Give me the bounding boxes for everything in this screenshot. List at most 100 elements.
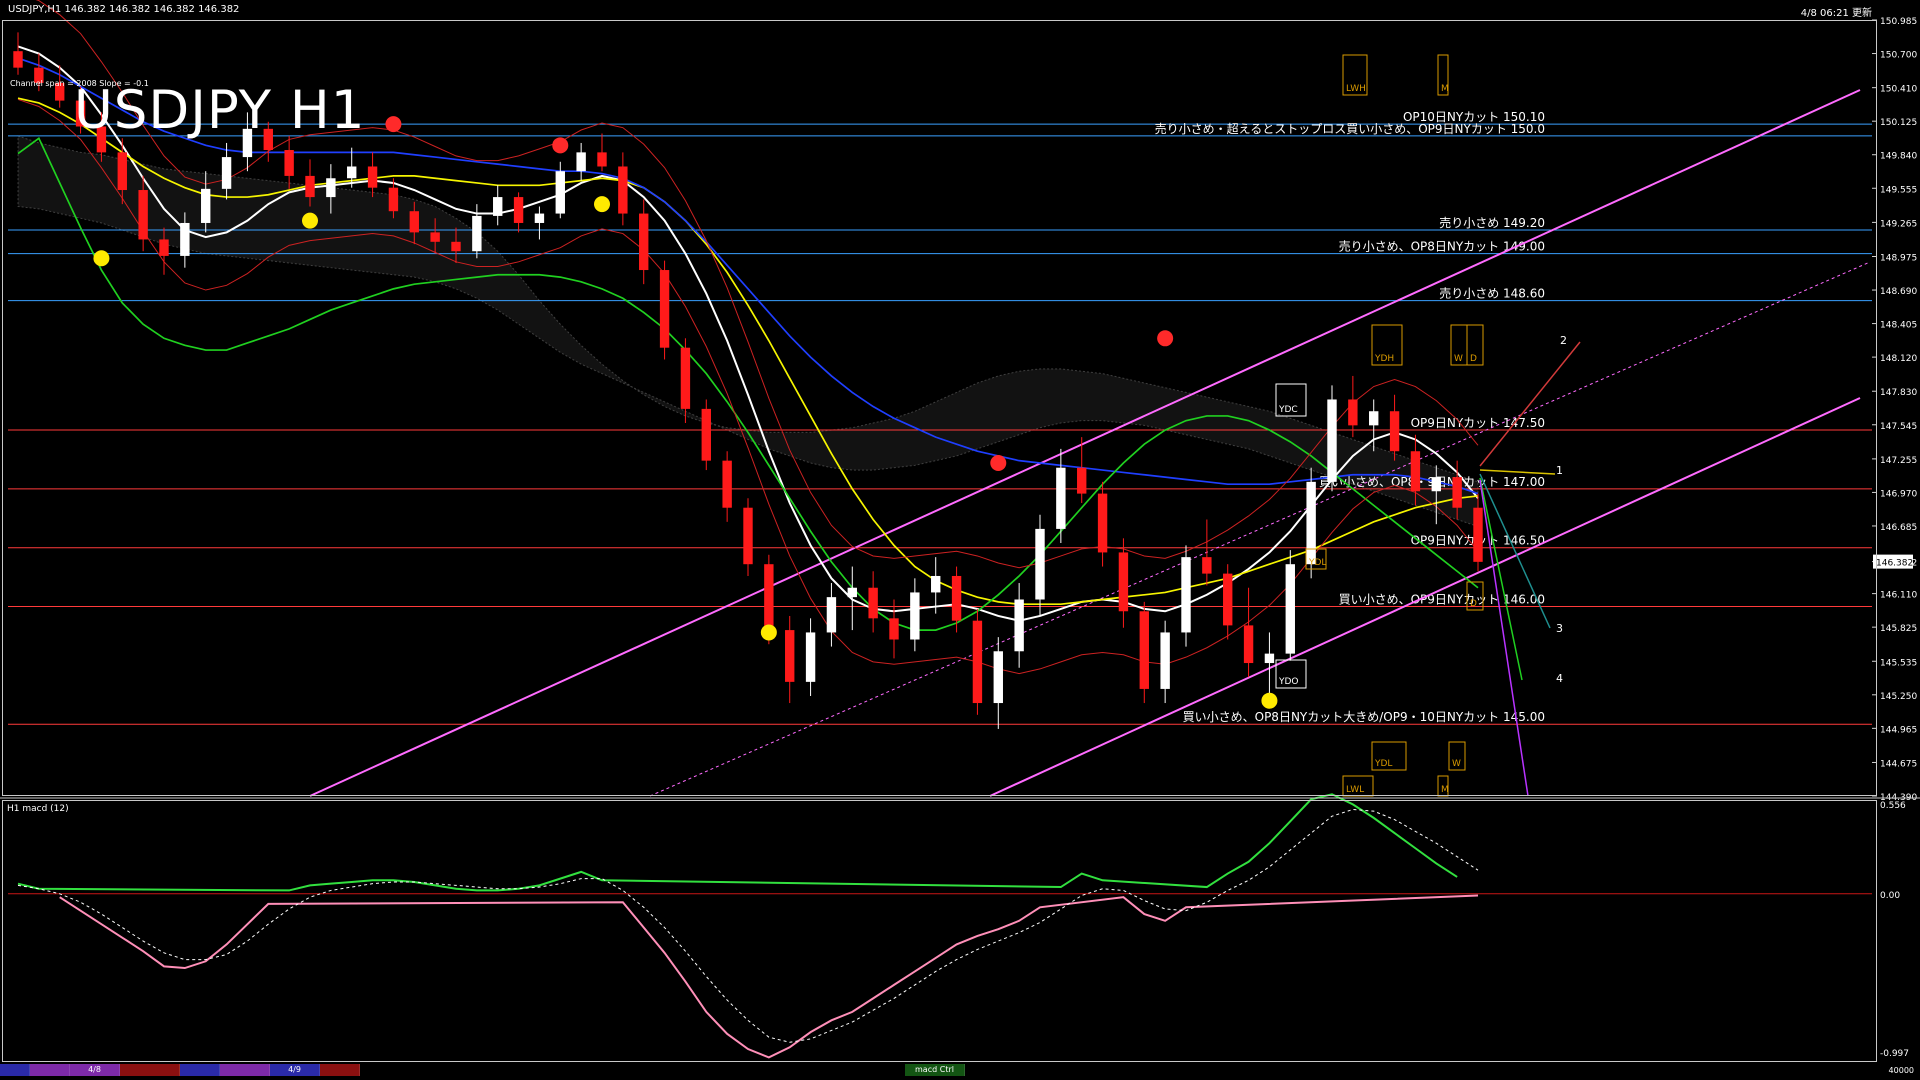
status-chip (120, 1064, 180, 1076)
candle-body (701, 408, 711, 461)
price-tick-label: 146.685 (1880, 523, 1917, 533)
signal-marker (990, 455, 1007, 472)
box-label: W (1452, 759, 1461, 769)
candle-body (388, 187, 399, 212)
candle-body (972, 620, 983, 704)
status-chip: macd Ctrl (905, 1064, 965, 1076)
box-label: LWH (1346, 84, 1366, 94)
price-tick-label: 145.535 (1880, 658, 1917, 668)
price-tick-label: 146.110 (1880, 591, 1917, 601)
candle-body (493, 197, 503, 216)
candle-body (743, 507, 753, 565)
price-tick-label: 150.410 (1880, 85, 1917, 95)
signal-marker (594, 196, 610, 213)
candle-body (805, 632, 816, 682)
price-tick-label: 146.970 (1880, 489, 1917, 499)
upper-channel-line (309, 89, 1861, 797)
chart-svg: 150.985 150.700 150.410 150.125 149.840 149.5… (0, 0, 1920, 1059)
price-tick-label: 150.125 (1880, 118, 1917, 128)
candle-body (1264, 653, 1275, 664)
box-label: YDO (1278, 677, 1299, 687)
chart-datetime: 4/8 06:21 更新 (1800, 8, 1872, 19)
candle-body (597, 152, 607, 167)
box-label: YDH (1374, 354, 1394, 364)
candle-body (284, 150, 294, 176)
macd-label: H1 macd (12) (7, 804, 69, 814)
macd-signal-line (17, 808, 1479, 1043)
cloud-area (17, 135, 1479, 528)
projection-line (1479, 341, 1581, 467)
horizontal-level-label: 売り小さめ 148.60 (1439, 286, 1545, 301)
chart-title: USDJPY H1 (74, 80, 366, 141)
price-tick-label: 147.255 (1880, 456, 1917, 466)
signal-marker (552, 137, 569, 154)
price-tick-label: 145.250 (1880, 692, 1917, 702)
bottom-status-bar: 4/8 4/9 macd Ctrl (0, 1064, 1920, 1080)
status-chip (30, 1064, 70, 1076)
box-label: LWL (1346, 785, 1364, 795)
candle-body (1431, 477, 1441, 492)
candle-body (326, 178, 336, 198)
signal-marker (385, 116, 402, 133)
horizontal-level-label: 買い小さめ、OP8日NYカット大きめ/OP9・10日NYカット 145.00 (1183, 710, 1545, 724)
macd-line-positive (17, 793, 1458, 892)
candle-body (1160, 632, 1170, 689)
candle-body (1348, 399, 1358, 426)
box-label: YDL (1374, 759, 1392, 769)
signal-marker (1157, 330, 1174, 347)
candle-body (1306, 481, 1316, 565)
side-label: 2 (1560, 334, 1567, 347)
price-tick-label: 148.120 (1880, 354, 1917, 364)
candle-body (680, 347, 691, 409)
price-tick-label: 149.555 (1880, 185, 1917, 195)
candle-body (1452, 477, 1462, 508)
price-tick-label: 150.700 (1880, 51, 1917, 61)
candle-body (910, 592, 920, 640)
bottom-date-label: 4/9 (288, 1065, 301, 1074)
candle-body (430, 232, 440, 242)
candle-body (347, 166, 357, 179)
candle-body (555, 171, 565, 214)
price-tick-label: 148.690 (1880, 287, 1917, 297)
horizontal-level-label: 売り小さめ 149.20 (1439, 215, 1545, 230)
candle-body (1056, 467, 1066, 529)
candle-body (1035, 528, 1045, 600)
price-tick-label: 147.545 (1880, 422, 1917, 432)
horizontal-level-label: 買い小さめ、OP9日NYカット 146.00 (1339, 593, 1545, 607)
side-label: 4 (1556, 672, 1563, 685)
chart-info: USDJPY,H1 146.382 146.382 146.382 146.38… (8, 4, 240, 15)
status-chip (320, 1064, 360, 1076)
candle-body (931, 575, 941, 593)
status-chip (0, 1064, 30, 1076)
candle-body (868, 587, 878, 619)
candle-body (1202, 557, 1212, 574)
signal-marker (93, 250, 110, 267)
candle-body (1285, 564, 1295, 654)
candle-body (826, 597, 837, 633)
horizontal-level-label: 売り小さめ・超えるとストップロス買い小さめ、OP9日NYカット 150.0 (1155, 121, 1545, 136)
macd-axis-label: -0.997 (1880, 1049, 1909, 1059)
candle-body (785, 630, 795, 682)
price-tick-label: 147.830 (1880, 388, 1917, 398)
horizontal-level-label: OP9日NYカット 147.50 (1411, 416, 1545, 430)
status-chip: 4/9 (270, 1064, 320, 1076)
candle-body (659, 270, 670, 348)
candle-body (1473, 507, 1483, 562)
candle-body (1327, 399, 1337, 482)
price-tick-label: 144.675 (1880, 759, 1917, 769)
chart-canvas: 150.985 150.700 150.410 150.125 149.840 149.5… (0, 0, 1920, 1080)
macd-axis-label: 0.00 (1880, 891, 1900, 901)
candle-body (409, 211, 419, 233)
candle-body (1223, 573, 1233, 626)
current-price-label: 146.382 (1876, 559, 1913, 569)
candle-body (722, 460, 732, 508)
candle-body (993, 651, 1003, 704)
candle-body (1077, 467, 1087, 494)
candle-body (13, 51, 23, 68)
candle-body (1181, 557, 1191, 633)
status-chip: 4/8 (70, 1064, 120, 1076)
candle-body (1118, 552, 1129, 612)
candle-body (534, 213, 545, 223)
candle-body (472, 215, 482, 252)
candle-body (576, 152, 586, 172)
